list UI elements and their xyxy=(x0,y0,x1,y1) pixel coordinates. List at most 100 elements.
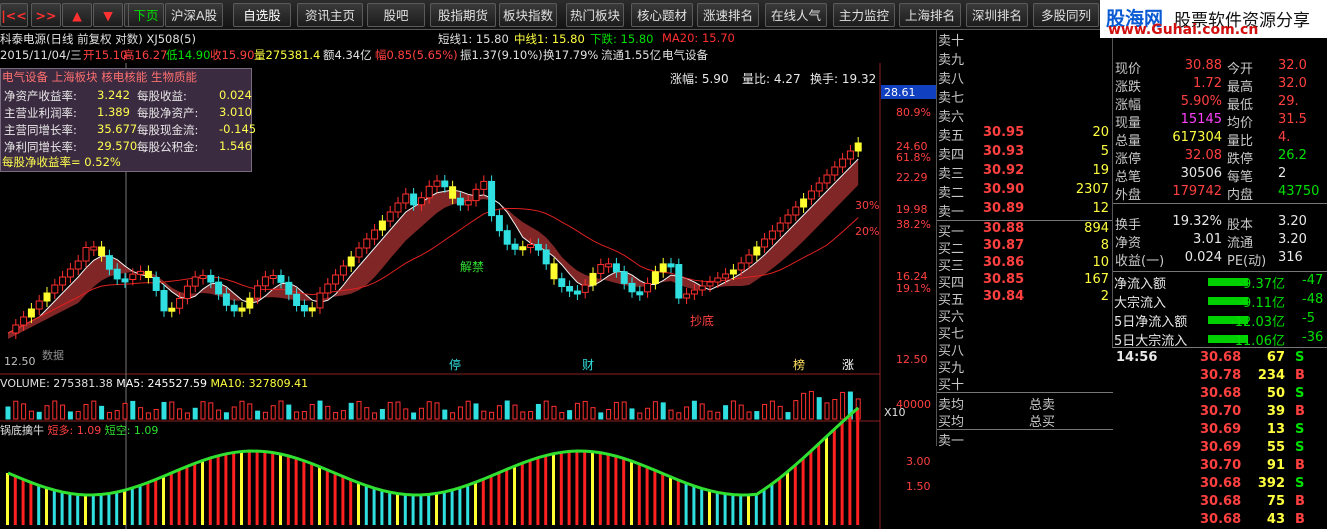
indicator-axis-label: 3.00 xyxy=(906,455,931,468)
order-book-sell-row[interactable]: 卖七 xyxy=(937,87,1113,106)
fund-flow-tail: -5 xyxy=(1302,311,1315,326)
quote-value: 5.90% xyxy=(1180,94,1222,109)
ma-mid-label: 中线1: 15.80 xyxy=(514,32,585,46)
quote-label-2: 股本 xyxy=(1227,218,1254,233)
eps-yield: 每股净收益率= 0.52% xyxy=(2,155,121,169)
quote-row: 现量 15145 均价 31.5 xyxy=(1113,112,1327,131)
quote-value: 19.32% xyxy=(1172,214,1222,229)
toolbar-button-16[interactable]: 主力监控 xyxy=(833,3,895,27)
amplitude-label: 幅0.85(5.65%) xyxy=(375,48,458,62)
toolbar-button-9[interactable]: 股吧 xyxy=(367,3,425,27)
bottom-axis-label: 12.50 xyxy=(4,355,36,368)
fund-flow-label: 5日净流入额 xyxy=(1114,315,1188,330)
order-book-sell-row[interactable]: 卖八 xyxy=(937,68,1113,87)
tick-price: 30.68 xyxy=(1200,386,1242,401)
tick-side: B xyxy=(1295,494,1305,509)
buy-level-label: 买十 xyxy=(938,378,965,393)
tick-volume: 39 xyxy=(1266,404,1285,419)
order-book-sell-row[interactable]: 卖四 30.93 5 xyxy=(937,144,1113,163)
quote-value-2: 32.0 xyxy=(1278,76,1307,91)
toolbar-button-18[interactable]: 深圳排名 xyxy=(966,3,1028,27)
fundamental-value: 3.242 xyxy=(97,88,130,102)
toolbar-button-1[interactable]: >> xyxy=(31,3,61,27)
top-toolbar: |<<>>▲▼✕下页沪深A股自选股资讯主页股吧股指期货板块指数热门板块核心题材涨… xyxy=(0,0,1100,30)
order-book-sell-row[interactable]: 卖一 30.89 12 xyxy=(937,201,1113,220)
toolbar-button-2[interactable]: ▲ xyxy=(62,3,92,27)
fund-flow-value: -9.11亿 xyxy=(1238,296,1285,311)
quote-label-2: 流通 xyxy=(1227,236,1254,251)
order-book-buy-row[interactable]: 买十 xyxy=(937,374,1113,393)
quote-label-2: 量比 xyxy=(1227,134,1254,149)
indicator-title: 锅底擒牛 短多: 1.09 短空: 1.09 xyxy=(0,423,158,437)
price-axis-label: 19.98 xyxy=(896,203,928,216)
toolbar-button-10[interactable]: 股指期货 xyxy=(430,3,496,27)
fundamental-value: 1.389 xyxy=(97,105,130,119)
quote-row: 收益(一) 0.024 PE(动) 316 xyxy=(1113,250,1327,269)
fundamental-label-2: 每股现金流: xyxy=(137,123,199,137)
bottom-data-note: 数据 xyxy=(42,348,64,362)
quote-label: 涨幅 xyxy=(1115,98,1142,113)
toolbar-button-7[interactable]: 自选股 xyxy=(233,3,291,27)
sell-volume: 2307 xyxy=(1075,182,1109,197)
amount-label: 额4.34亿 xyxy=(323,48,372,62)
order-book-sell-row[interactable]: 卖二 30.90 2307 xyxy=(937,182,1113,201)
tick-side: S xyxy=(1295,386,1305,401)
volume-unit-label: X10 xyxy=(884,406,906,419)
toolbar-button-15[interactable]: 在线人气 xyxy=(765,3,827,27)
toolbar-button-12[interactable]: 热门板块 xyxy=(566,3,624,27)
tick-volume: 67 xyxy=(1266,350,1285,365)
volume-title: VOLUME: 275381.38 MA5: 245527.59 MA10: 3… xyxy=(0,377,308,390)
sell-price: 30.93 xyxy=(983,144,1025,159)
order-book: 卖十 卖九 卖八 卖七 卖六 卖五 30.95 20 卖四 30.93 5 卖三 30.92 19 卖二 30… xyxy=(936,30,1113,449)
order-book-sell-row[interactable]: 卖六 xyxy=(937,106,1113,125)
order-book-sell-row[interactable]: 卖十 xyxy=(937,30,1113,49)
toolbar-button-13[interactable]: 核心题材 xyxy=(631,3,693,27)
date-label: 2015/11/04/三 xyxy=(0,48,82,62)
quote-value: 0.024 xyxy=(1184,250,1222,265)
quote-value-2: 316 xyxy=(1278,250,1303,265)
buy-volume: 8 xyxy=(1100,238,1109,253)
price-axis-label: 22.29 xyxy=(896,171,928,184)
quote-label: 净资 xyxy=(1115,236,1142,251)
quote-label: 现价 xyxy=(1115,62,1142,77)
toolbar-button-19[interactable]: 多股同列 xyxy=(1033,3,1099,27)
quote-value: 30506 xyxy=(1180,166,1222,181)
order-book-sell-row[interactable]: 卖三 30.92 19 xyxy=(937,163,1113,182)
fundamental-label: 主营业利润率: xyxy=(4,106,77,120)
tick-row: 30.78 234 B xyxy=(1112,368,1327,386)
quote-value-2: 4. xyxy=(1278,130,1291,145)
close-label: 收15.90 xyxy=(210,48,255,62)
buy-price: 30.85 xyxy=(983,272,1025,287)
quote-row: 现价 30.88 今开 32.0 xyxy=(1113,58,1327,77)
fund-flow-tail: -48 xyxy=(1302,292,1324,307)
tick-side: S xyxy=(1295,422,1305,437)
fund-flow-value: -9.37亿 xyxy=(1238,277,1285,292)
toolbar-button-17[interactable]: 上海排名 xyxy=(899,3,961,27)
toolbar-button-11[interactable]: 板块指数 xyxy=(499,3,557,27)
sell-volume: 12 xyxy=(1092,201,1109,216)
tick-volume: 91 xyxy=(1266,458,1285,473)
fundamental-label: 主营同增长率: xyxy=(4,123,77,137)
total-buy-label: 总买 xyxy=(1029,415,1056,430)
tick-side: B xyxy=(1295,368,1305,383)
chart-annotation: 解禁 xyxy=(460,260,484,274)
buy-volume: 894 xyxy=(1084,221,1109,236)
tick-volume: 43 xyxy=(1266,512,1285,527)
order-book-sell-row[interactable]: 卖九 xyxy=(937,49,1113,68)
toolbar-button-8[interactable]: 资讯主页 xyxy=(297,3,363,27)
fundamental-value-2: -0.145 xyxy=(219,122,257,136)
toolbar-button-14[interactable]: 涨速排名 xyxy=(697,3,759,27)
buy-price: 30.84 xyxy=(983,289,1025,304)
toolbar-button-6[interactable]: 沪深A股 xyxy=(165,3,223,27)
quote-label-2: 每笔 xyxy=(1227,170,1254,185)
quote-value: 32.08 xyxy=(1184,148,1222,163)
tick-price: 30.68 xyxy=(1200,494,1242,509)
site-logo: 股海网 股票软件资源分享 www.Guhai.com.cn xyxy=(1100,0,1327,38)
toolbar-button-3[interactable]: ▼ xyxy=(93,3,123,27)
quote-label-2: PE(动) xyxy=(1227,254,1267,269)
toolbar-button-0[interactable]: |<< xyxy=(0,3,28,27)
sell-level-label: 卖一 xyxy=(938,205,965,220)
toolbar-button-5[interactable]: 下页 xyxy=(128,3,164,27)
order-book-sell-row[interactable]: 卖五 30.95 20 xyxy=(937,125,1113,144)
quote-row: 总笔 30506 每笔 2 xyxy=(1113,166,1327,185)
